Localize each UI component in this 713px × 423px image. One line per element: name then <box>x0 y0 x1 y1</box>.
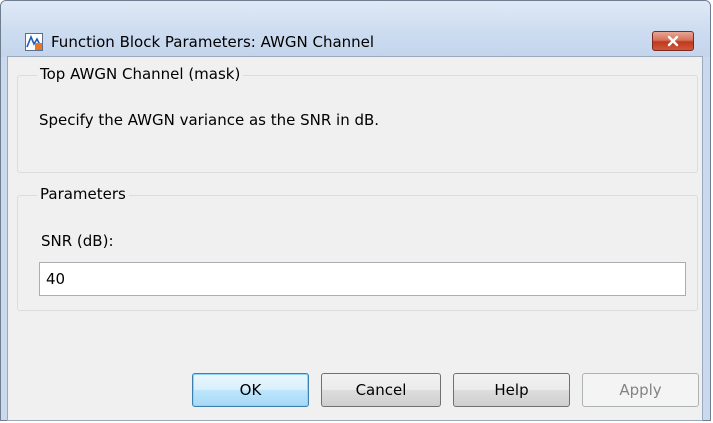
close-icon <box>667 35 679 47</box>
parameters-group-legend: Parameters <box>37 185 129 203</box>
window-title: Function Block Parameters: AWGN Channel <box>51 33 375 51</box>
close-button[interactable] <box>652 31 694 51</box>
snr-input[interactable] <box>39 262 686 296</box>
simulink-block-icon <box>25 33 43 51</box>
mask-group-legend: Top AWGN Channel (mask) <box>37 65 244 83</box>
help-button[interactable]: Help <box>453 373 570 407</box>
mask-description: Specify the AWGN variance as the SNR in … <box>39 111 380 129</box>
ok-button[interactable]: OK <box>192 373 309 407</box>
snr-label: SNR (dB): <box>41 232 114 250</box>
cancel-button[interactable]: Cancel <box>321 373 441 407</box>
apply-button[interactable]: Apply <box>582 373 699 407</box>
